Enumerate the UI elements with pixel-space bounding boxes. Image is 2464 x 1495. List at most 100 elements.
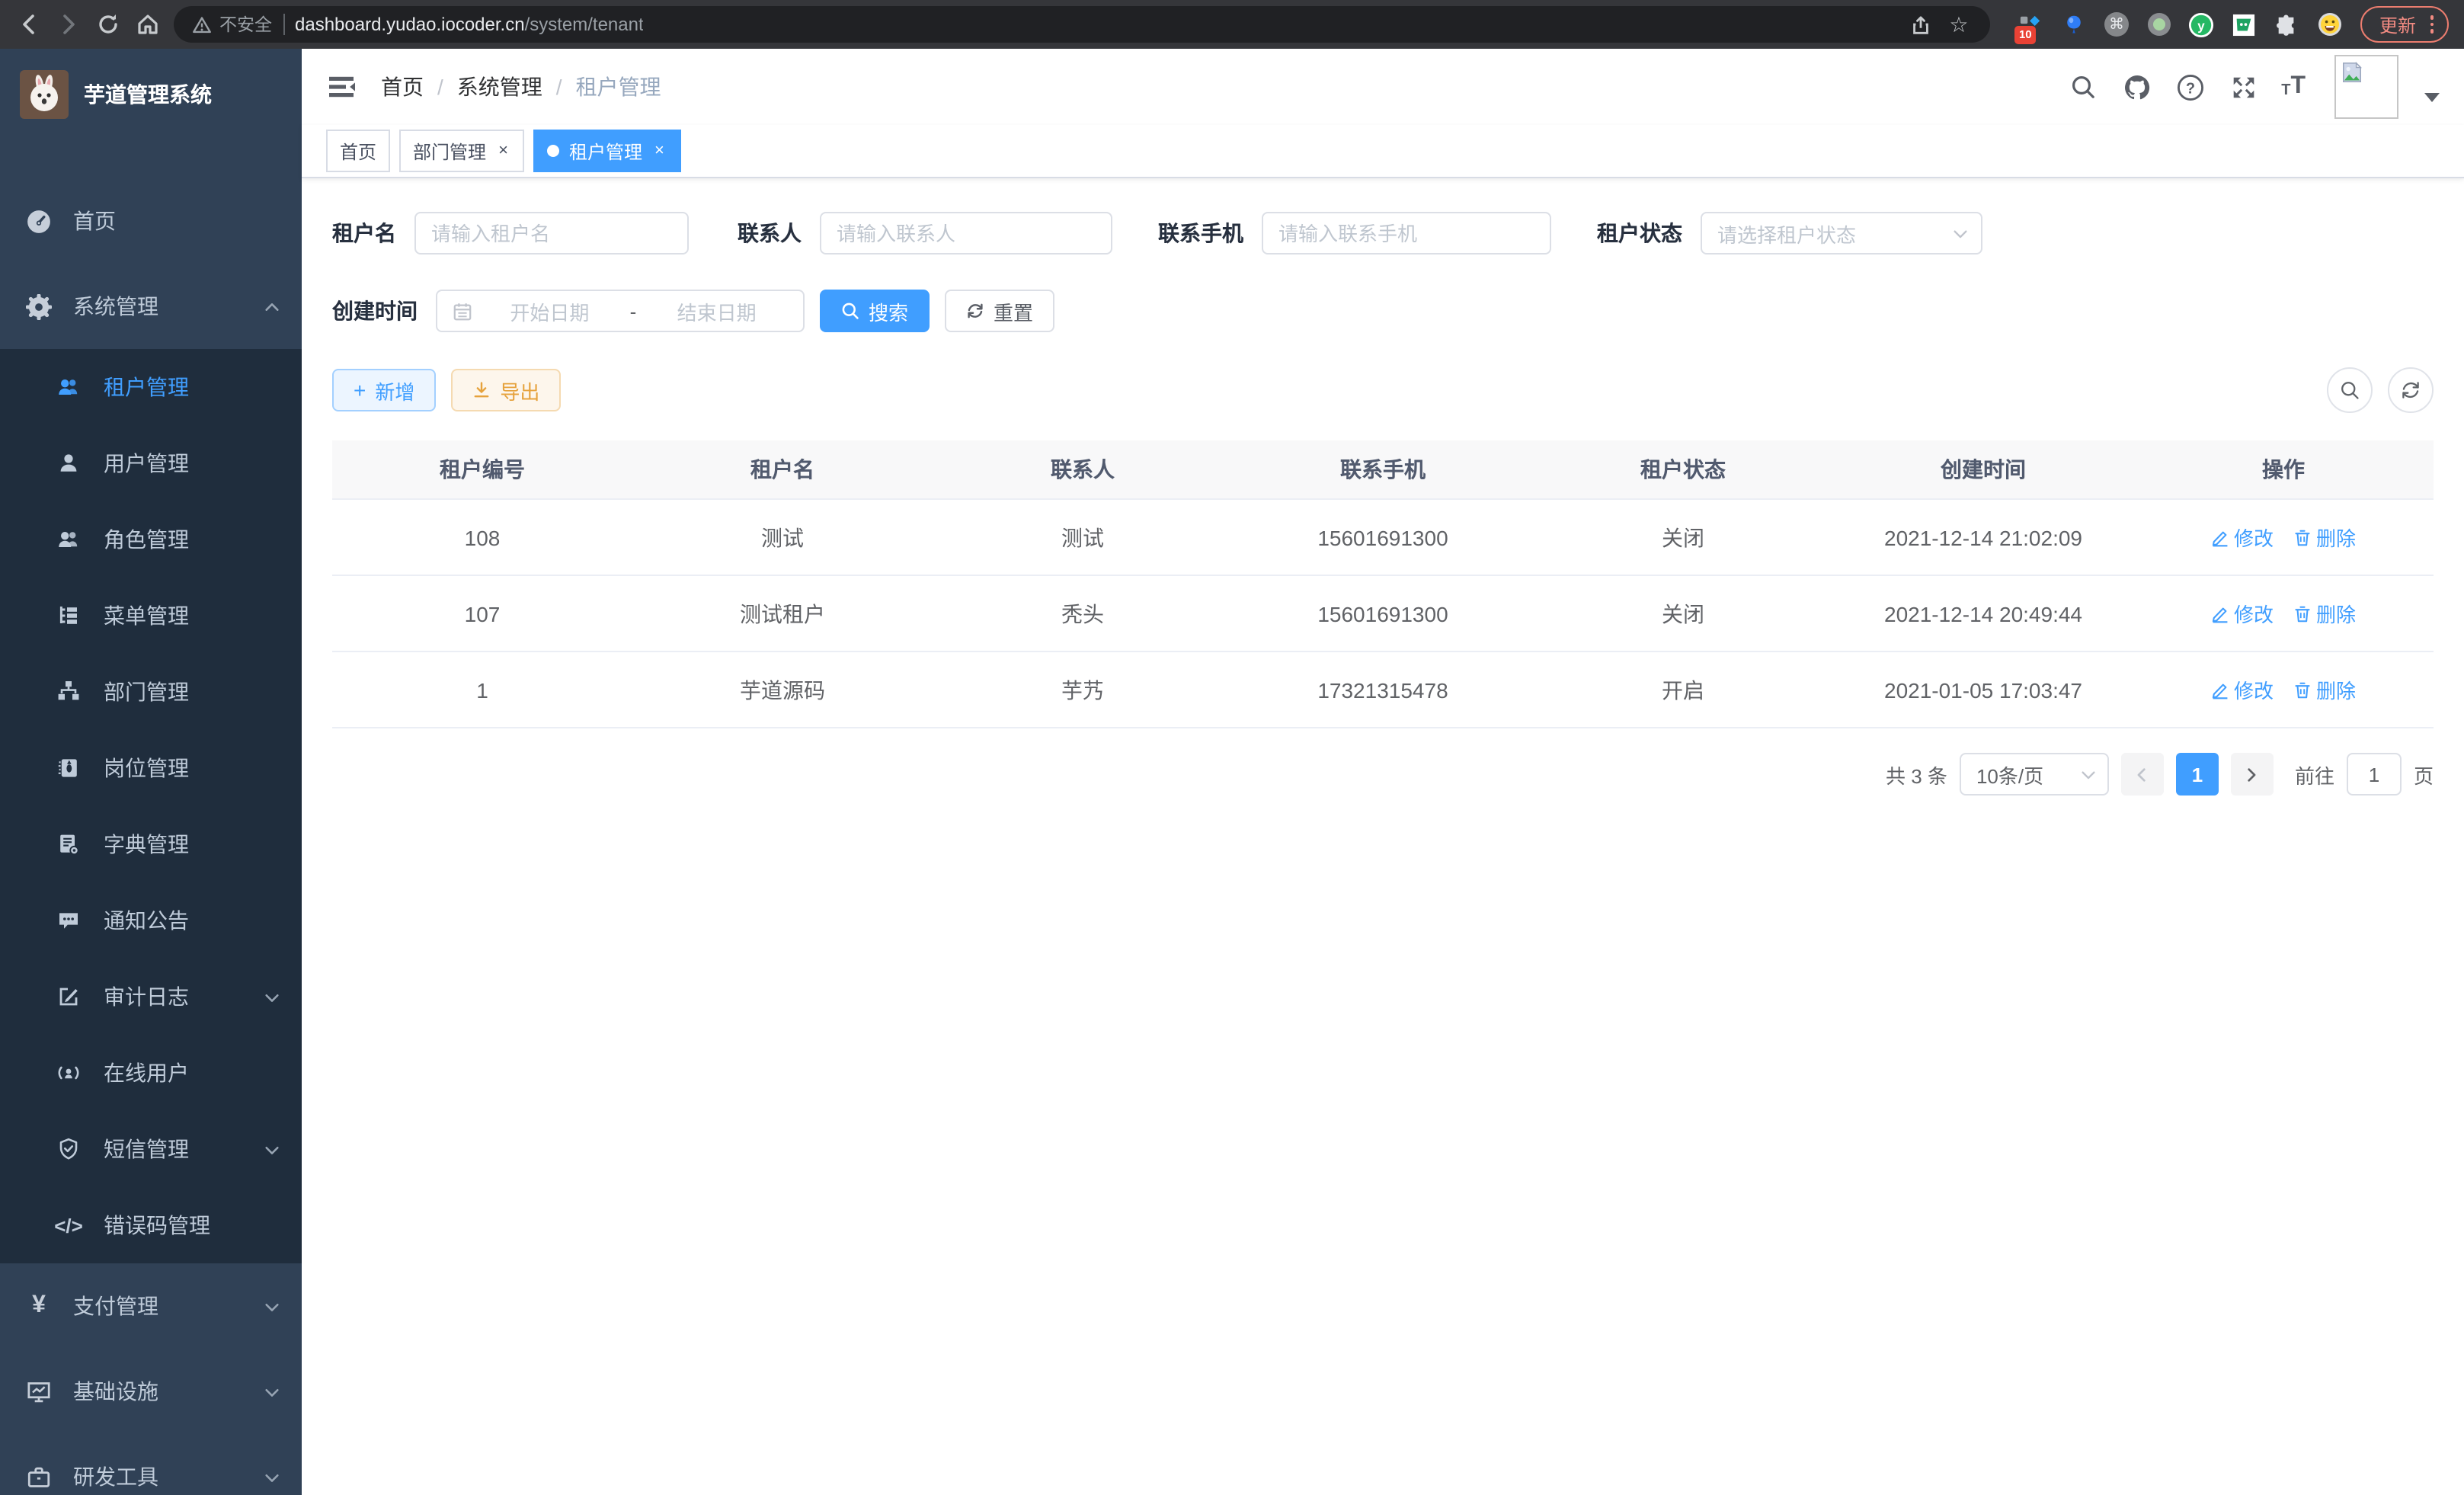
sidebar-item-label: 基础设施 <box>73 1376 242 1407</box>
refresh-table-button[interactable] <box>2388 367 2434 413</box>
sidebar-item-audit-log[interactable]: 审计日志 <box>0 959 302 1035</box>
edit-link[interactable]: 修改 <box>2211 599 2274 628</box>
browser-menu-icon[interactable] <box>2430 16 2434 34</box>
refresh-icon <box>966 302 984 320</box>
mobile-input[interactable] <box>1262 212 1551 255</box>
cell-mobile: 15601691300 <box>1233 499 1533 575</box>
dashboard-icon <box>26 208 52 234</box>
end-date-placeholder[interactable]: 结束日期 <box>645 296 788 325</box>
share-icon[interactable] <box>1907 11 1934 38</box>
col-header-name: 租户名 <box>632 440 933 499</box>
page-content: 租户名 联系人 联系手机 租户状态 请选择租户状态 <box>302 178 2464 1495</box>
sidebar-collapse-icon[interactable] <box>326 72 357 102</box>
add-button[interactable]: + 新增 <box>332 369 436 411</box>
download-icon <box>472 381 491 399</box>
sidebar-item-post[interactable]: 岗位管理 <box>0 730 302 806</box>
command-extension-icon[interactable]: ⌘ <box>2104 11 2130 37</box>
font-size-icon[interactable]: TT <box>2281 75 2306 99</box>
sidebar-item-sms[interactable]: 短信管理 <box>0 1111 302 1187</box>
tab-tenant[interactable]: 租户管理 × <box>534 130 681 172</box>
status-select[interactable]: 请选择租户状态 <box>1701 212 1982 255</box>
status-select-placeholder: 请选择租户状态 <box>1717 219 1856 248</box>
cell-created: 2021-12-14 20:49:44 <box>1833 575 2133 651</box>
reset-button[interactable]: 重置 <box>945 290 1054 332</box>
chat-extension-icon[interactable] <box>2232 11 2258 37</box>
main-area: 首页 / 系统管理 / 租户管理 ? <box>302 49 2464 1495</box>
delete-link[interactable]: 删除 <box>2293 523 2356 552</box>
export-button[interactable]: 导出 <box>451 369 561 411</box>
sidebar-item-tenant[interactable]: 租户管理 <box>0 349 302 425</box>
browser-update-button[interactable]: 更新 <box>2361 6 2449 43</box>
sidebar-item-online-users[interactable]: 在线用户 <box>0 1035 302 1111</box>
yuque-extension-icon[interactable]: y <box>2189 11 2215 37</box>
address-bar[interactable]: 不安全 dashboard.yudao.iocoder.cn/system/te… <box>174 6 1991 43</box>
screen: 不安全 dashboard.yudao.iocoder.cn/system/te… <box>0 0 2464 1495</box>
edit-link[interactable]: 修改 <box>2211 675 2274 704</box>
cell-contact: 芋艿 <box>933 651 1233 728</box>
bookmark-star-icon[interactable]: ☆ <box>1945 11 1973 38</box>
sidebar-item-pay[interactable]: ¥ 支付管理 <box>0 1263 302 1349</box>
github-icon[interactable] <box>2121 72 2152 102</box>
fullscreen-icon[interactable] <box>2228 72 2258 102</box>
edit-link[interactable]: 修改 <box>2211 523 2274 552</box>
sidebar-item-errcode[interactable]: </> 错误码管理 <box>0 1187 302 1263</box>
next-page-button[interactable] <box>2231 753 2274 796</box>
sidebar-item-notice[interactable]: 通知公告 <box>0 882 302 959</box>
search-icon <box>841 302 859 320</box>
header-search-icon[interactable] <box>2068 72 2098 102</box>
table-row: 1 芋道源码 芋艿 17321315478 开启 2021-01-05 17:0… <box>332 651 2434 728</box>
table-header-row: 租户编号 租户名 联系人 联系手机 租户状态 创建时间 操作 <box>332 440 2434 499</box>
browser-back-icon[interactable] <box>15 11 43 38</box>
col-header-mobile: 联系手机 <box>1233 440 1533 499</box>
sidebar-item-dept[interactable]: 部门管理 <box>0 654 302 730</box>
sidebar-item-system[interactable]: 系统管理 <box>0 264 302 349</box>
page-number-current[interactable]: 1 <box>2176 753 2219 796</box>
search-button[interactable]: 搜索 <box>820 290 930 332</box>
security-warning[interactable]: 不安全 <box>192 12 272 37</box>
breadcrumb-item-system[interactable]: 系统管理 <box>457 72 542 102</box>
tab-close-icon[interactable]: × <box>651 141 667 161</box>
puzzle-extension-icon[interactable] <box>2274 11 2300 37</box>
delete-link[interactable]: 删除 <box>2293 675 2356 704</box>
browser-reload-icon[interactable] <box>94 11 122 38</box>
sidebar-item-devtools[interactable]: 研发工具 <box>0 1434 302 1495</box>
filter-row-1: 租户名 联系人 联系手机 租户状态 请选择租户状态 <box>332 212 2434 255</box>
avatar[interactable] <box>2334 55 2398 119</box>
contact-input[interactable] <box>820 212 1112 255</box>
start-date-placeholder[interactable]: 开始日期 <box>478 296 621 325</box>
record-extension-icon[interactable] <box>2146 11 2172 37</box>
browser-toolbar: 不安全 dashboard.yudao.iocoder.cn/system/te… <box>0 0 2464 49</box>
trash-icon <box>2293 680 2312 699</box>
create-time-range-picker[interactable]: 开始日期 - 结束日期 <box>436 290 805 332</box>
balloon-extension-icon[interactable] <box>2061 11 2087 37</box>
tab-close-icon[interactable]: × <box>495 141 511 161</box>
col-header-actions: 操作 <box>2133 440 2434 499</box>
breadcrumb-item-home[interactable]: 首页 <box>381 72 424 102</box>
page-size-select[interactable]: 10条/页 <box>1960 753 2109 796</box>
sidebar-item-infra[interactable]: 基础设施 <box>0 1349 302 1434</box>
sidebar-item-home[interactable]: 首页 <box>0 178 302 264</box>
prev-page-button[interactable] <box>2121 753 2164 796</box>
sidebar-item-dict[interactable]: 字典管理 <box>0 806 302 882</box>
avatar-dropdown-caret-icon[interactable] <box>2424 93 2440 102</box>
tab-dept[interactable]: 部门管理 × <box>399 130 525 172</box>
chevron-down-icon <box>264 1383 280 1400</box>
help-icon[interactable]: ? <box>2174 72 2205 102</box>
emoji-extension-icon[interactable] <box>2317 11 2343 37</box>
app-logo-row[interactable]: 芋道管理系统 <box>0 49 302 140</box>
sidebar-item-label: 用户管理 <box>104 448 280 479</box>
url-host: dashboard.yudao.iocoder.cn <box>295 14 525 35</box>
toggle-search-button[interactable] <box>2327 367 2373 413</box>
tenant-name-input[interactable] <box>414 212 689 255</box>
browser-forward-icon[interactable] <box>55 11 82 38</box>
sidebar-item-menu[interactable]: 菜单管理 <box>0 578 302 654</box>
sidebar-item-label: 错误码管理 <box>104 1210 280 1240</box>
tab-home[interactable]: 首页 <box>326 130 390 172</box>
goto-page-input[interactable] <box>2347 753 2402 796</box>
delete-link[interactable]: 删除 <box>2293 599 2356 628</box>
chevron-up-icon <box>264 298 280 315</box>
sidebar-item-role[interactable]: 角色管理 <box>0 501 302 578</box>
sidebar-item-user[interactable]: 用户管理 <box>0 425 302 501</box>
browser-home-icon[interactable] <box>134 11 162 38</box>
extension-badge-icon[interactable]: 10 <box>2018 11 2044 37</box>
